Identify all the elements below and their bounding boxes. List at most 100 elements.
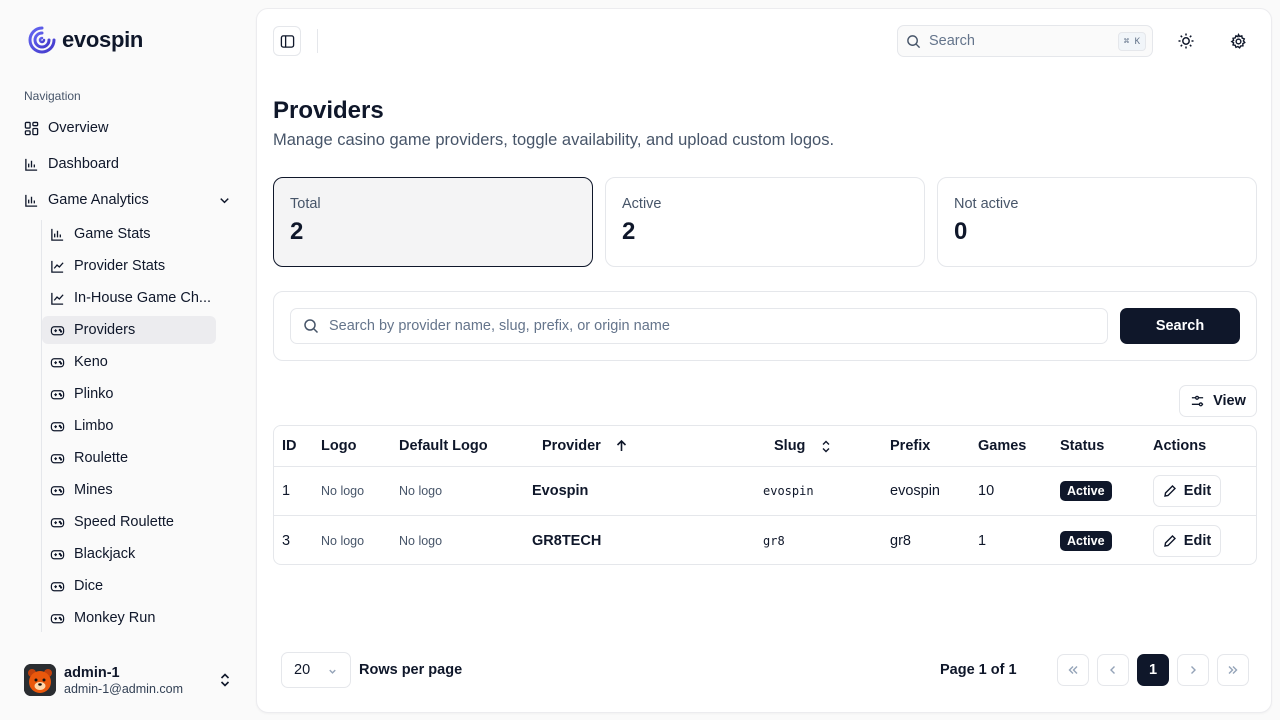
view-label: View bbox=[1213, 393, 1246, 409]
sidebar-item-game-stats[interactable]: Game Stats bbox=[42, 220, 216, 248]
chevron-down-icon bbox=[220, 197, 229, 203]
brand-logo[interactable]: evospin bbox=[28, 26, 143, 54]
sidebar-item-mines[interactable]: Mines bbox=[42, 476, 216, 504]
sidebar-item-blackjack[interactable]: Blackjack bbox=[42, 540, 216, 568]
search-placeholder: Search by provider name, slug, prefix, o… bbox=[329, 318, 670, 334]
edit-button[interactable]: Edit bbox=[1153, 524, 1221, 557]
line-chart-icon bbox=[51, 260, 64, 273]
game-analytics-subnav: Game Stats Provider Stats In-House Game … bbox=[41, 220, 216, 632]
sidebar-item-overview[interactable]: Overview bbox=[16, 112, 240, 144]
topbar-divider bbox=[317, 29, 318, 53]
sidebar-item-label: Blackjack bbox=[74, 546, 136, 562]
cell-default-logo: No logo bbox=[399, 484, 443, 498]
column-header-games[interactable]: Games bbox=[978, 426, 1026, 466]
stat-value: 0 bbox=[954, 218, 968, 245]
sidebar-item-providers[interactable]: Providers bbox=[42, 316, 216, 344]
global-search-input[interactable]: Search ⌘ K bbox=[897, 25, 1153, 57]
sidebar-item-label: Mines bbox=[74, 482, 113, 498]
sidebar: evospin Navigation Overview Dashboard Ga… bbox=[0, 0, 256, 720]
cell-games: 1 bbox=[978, 532, 987, 549]
search-placeholder: Search bbox=[929, 33, 975, 49]
settings-button[interactable] bbox=[1222, 25, 1254, 57]
edit-button[interactable]: Edit bbox=[1153, 475, 1221, 507]
chevron-down-icon bbox=[329, 669, 336, 674]
gamepad-icon bbox=[50, 421, 65, 431]
page-title: Providers bbox=[273, 97, 384, 124]
table-row[interactable]: 1 No logo No logo Evospin evospin evospi… bbox=[274, 467, 1256, 516]
grid-icon bbox=[24, 121, 39, 135]
stat-value: 2 bbox=[622, 218, 636, 245]
rows-per-page-select[interactable]: 20 bbox=[281, 652, 351, 688]
cell-prefix: evospin bbox=[890, 483, 940, 499]
gamepad-icon bbox=[50, 485, 65, 495]
column-header-status[interactable]: Status bbox=[1060, 426, 1104, 466]
sidebar-item-monkey-run[interactable]: Monkey Run bbox=[42, 604, 216, 632]
pencil-icon bbox=[1163, 534, 1176, 547]
sidebar-item-label: Providers bbox=[74, 322, 136, 338]
chevrons-up-down-icon bbox=[822, 440, 830, 452]
sun-icon bbox=[1178, 33, 1194, 49]
search-icon bbox=[304, 319, 319, 334]
sidebar-item-dice[interactable]: Dice bbox=[42, 572, 216, 600]
sidebar-item-limbo[interactable]: Limbo bbox=[42, 412, 216, 440]
column-header-default-logo[interactable]: Default Logo bbox=[399, 426, 488, 466]
column-header-slug[interactable]: Slug bbox=[774, 426, 831, 466]
stat-card-not-active[interactable]: Not active 0 bbox=[937, 177, 1257, 267]
cell-actions: Edit bbox=[1153, 516, 1221, 564]
stat-label: Not active bbox=[954, 196, 1019, 212]
edit-label: Edit bbox=[1183, 483, 1212, 499]
view-options-button[interactable]: View bbox=[1179, 385, 1257, 417]
column-header-logo[interactable]: Logo bbox=[321, 426, 356, 466]
first-page-button[interactable] bbox=[1057, 654, 1089, 686]
sidebar-item-label: Roulette bbox=[74, 450, 129, 466]
providers-table: ID Logo Default Logo Provider Slug Prefi… bbox=[273, 425, 1257, 565]
column-header-prefix[interactable]: Prefix bbox=[890, 426, 930, 466]
previous-page-button[interactable] bbox=[1097, 654, 1129, 686]
stat-value: 2 bbox=[290, 218, 304, 245]
provider-search-input[interactable]: Search by provider name, slug, prefix, o… bbox=[290, 308, 1108, 344]
sidebar-item-plinko[interactable]: Plinko bbox=[42, 380, 216, 408]
gamepad-icon bbox=[50, 549, 65, 559]
sidebar-item-label: Provider Stats bbox=[74, 258, 166, 274]
gamepad-icon bbox=[50, 389, 65, 399]
sidebar-item-label: Plinko bbox=[74, 386, 114, 402]
status-badge: Active bbox=[1060, 481, 1112, 501]
column-label: Provider bbox=[542, 438, 601, 454]
chevrons-left-icon bbox=[1068, 666, 1078, 674]
avatar bbox=[24, 664, 56, 696]
page-button-current[interactable]: 1 bbox=[1137, 654, 1169, 686]
sidebar-item-dashboard[interactable]: Dashboard bbox=[16, 148, 240, 180]
stat-card-total[interactable]: Total 2 bbox=[273, 177, 593, 267]
sidebar-item-label: Keno bbox=[74, 354, 108, 370]
cell-logo: No logo bbox=[321, 484, 365, 498]
sidebar-item-game-analytics[interactable]: Game Analytics bbox=[16, 184, 240, 216]
last-page-button[interactable] bbox=[1217, 654, 1249, 686]
shortcut-hint: ⌘ K bbox=[1117, 32, 1146, 51]
pencil-icon bbox=[1163, 485, 1176, 497]
stat-label: Total bbox=[290, 196, 321, 212]
table-row[interactable]: 3 No logo No logo GR8TECH gr8 gr8 1 Acti… bbox=[274, 516, 1256, 564]
chevrons-right-icon bbox=[1228, 666, 1238, 674]
column-header-id[interactable]: ID bbox=[282, 426, 297, 466]
user-menu[interactable]: admin-1 admin-1@admin.com bbox=[16, 656, 240, 704]
column-header-provider[interactable]: Provider bbox=[542, 426, 628, 466]
bar-chart-icon bbox=[25, 194, 38, 207]
bar-chart-icon bbox=[25, 158, 38, 171]
sidebar-toggle-button[interactable] bbox=[273, 26, 301, 56]
sidebar-item-label: Limbo bbox=[74, 418, 114, 434]
chevron-right-icon bbox=[1191, 666, 1196, 674]
sidebar-item-label: Speed Roulette bbox=[74, 514, 174, 530]
sidebar-item-roulette[interactable]: Roulette bbox=[42, 444, 216, 472]
sidebar-item-label: In-House Game Ch... bbox=[74, 290, 211, 306]
sidebar-item-provider-stats[interactable]: Provider Stats bbox=[42, 252, 216, 280]
sidebar-item-speed-roulette[interactable]: Speed Roulette bbox=[42, 508, 216, 536]
sidebar-item-in-house-game-charts[interactable]: In-House Game Ch... bbox=[42, 284, 216, 312]
next-page-button[interactable] bbox=[1177, 654, 1209, 686]
sidebar-item-label: Dice bbox=[74, 578, 104, 594]
cell-slug: gr8 bbox=[763, 533, 785, 548]
search-button[interactable]: Search bbox=[1120, 308, 1240, 344]
stat-card-active[interactable]: Active 2 bbox=[605, 177, 925, 267]
cell-default-logo: No logo bbox=[399, 533, 443, 548]
theme-toggle-button[interactable] bbox=[1170, 25, 1202, 57]
sidebar-item-keno[interactable]: Keno bbox=[42, 348, 216, 376]
